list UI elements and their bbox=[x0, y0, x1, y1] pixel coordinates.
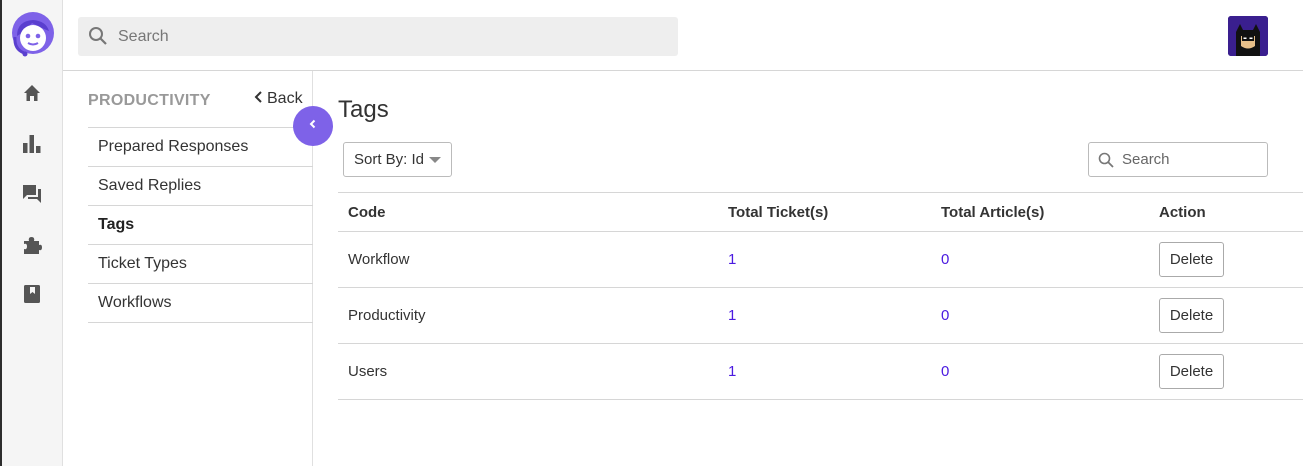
tag-articles-link[interactable]: 0 bbox=[931, 231, 1149, 288]
subnav-item-ticket-types[interactable]: Ticket Types bbox=[88, 245, 313, 284]
table-row: Workflow 1 0 Delete bbox=[338, 231, 1303, 288]
puzzle-icon[interactable] bbox=[21, 234, 43, 256]
search-icon bbox=[1098, 152, 1114, 168]
bookmark-book-icon[interactable] bbox=[21, 283, 43, 305]
delete-button[interactable]: Delete bbox=[1159, 298, 1224, 333]
back-link[interactable]: Back bbox=[253, 90, 303, 108]
page-title: Tags bbox=[338, 96, 389, 123]
tag-tickets-link[interactable]: 1 bbox=[718, 343, 931, 400]
top-bar bbox=[63, 0, 1303, 71]
back-label: Back bbox=[267, 90, 303, 107]
table-header-row: Code Total Ticket(s) Total Article(s) Ac… bbox=[338, 192, 1303, 232]
column-header-total-articles[interactable]: Total Article(s) bbox=[931, 192, 1149, 232]
tag-action-cell: Delete bbox=[1149, 231, 1303, 288]
tags-search-input[interactable] bbox=[1122, 143, 1262, 176]
column-header-action: Action bbox=[1149, 192, 1303, 232]
chevron-left-icon bbox=[253, 90, 265, 108]
subnav-item-tags[interactable]: Tags bbox=[88, 206, 313, 245]
icon-rail bbox=[2, 0, 63, 466]
subnav-item-workflows[interactable]: Workflows bbox=[88, 284, 313, 323]
home-icon[interactable] bbox=[21, 82, 43, 104]
global-search-box[interactable] bbox=[78, 17, 678, 56]
tag-code: Users bbox=[338, 343, 718, 400]
caret-down-icon bbox=[429, 157, 441, 163]
sort-dropdown[interactable]: Sort By: Id bbox=[343, 142, 452, 177]
sort-label: Sort By: Id bbox=[354, 151, 425, 168]
tag-tickets-link[interactable]: 1 bbox=[718, 231, 931, 288]
bar-chart-icon[interactable] bbox=[21, 133, 43, 155]
productivity-subnav: PRODUCTIVITY Back Prepared Responses Sav… bbox=[63, 71, 313, 466]
tags-search-box[interactable] bbox=[1088, 142, 1268, 177]
search-icon bbox=[88, 26, 108, 46]
chevron-left-icon bbox=[307, 117, 319, 135]
delete-button[interactable]: Delete bbox=[1159, 242, 1224, 277]
column-header-total-tickets[interactable]: Total Ticket(s) bbox=[718, 192, 931, 232]
delete-button[interactable]: Delete bbox=[1159, 354, 1224, 389]
column-header-code[interactable]: Code bbox=[338, 192, 718, 232]
tag-articles-link[interactable]: 0 bbox=[931, 343, 1149, 400]
subnav-list: Prepared Responses Saved Replies Tags Ti… bbox=[88, 127, 313, 323]
tag-tickets-link[interactable]: 1 bbox=[718, 287, 931, 344]
main-content: Tags Sort By: Id Code Total Ticket(s) To… bbox=[314, 72, 1303, 466]
collapse-sidebar-button[interactable] bbox=[293, 106, 333, 146]
agent-headset-logo-icon[interactable] bbox=[8, 9, 58, 59]
tag-code: Productivity bbox=[338, 287, 718, 344]
tag-action-cell: Delete bbox=[1149, 287, 1303, 344]
subnav-title: PRODUCTIVITY bbox=[88, 92, 211, 109]
tag-code: Workflow bbox=[338, 231, 718, 288]
tag-articles-link[interactable]: 0 bbox=[931, 287, 1149, 344]
subnav-item-prepared-responses[interactable]: Prepared Responses bbox=[88, 128, 313, 167]
user-avatar-icon[interactable] bbox=[1228, 16, 1268, 56]
chat-bubbles-icon[interactable] bbox=[21, 183, 43, 205]
tags-table: Code Total Ticket(s) Total Article(s) Ac… bbox=[338, 192, 1303, 400]
subnav-item-saved-replies[interactable]: Saved Replies bbox=[88, 167, 313, 206]
table-row: Productivity 1 0 Delete bbox=[338, 287, 1303, 344]
table-row: Users 1 0 Delete bbox=[338, 343, 1303, 400]
global-search-input[interactable] bbox=[118, 17, 658, 56]
tag-action-cell: Delete bbox=[1149, 343, 1303, 400]
